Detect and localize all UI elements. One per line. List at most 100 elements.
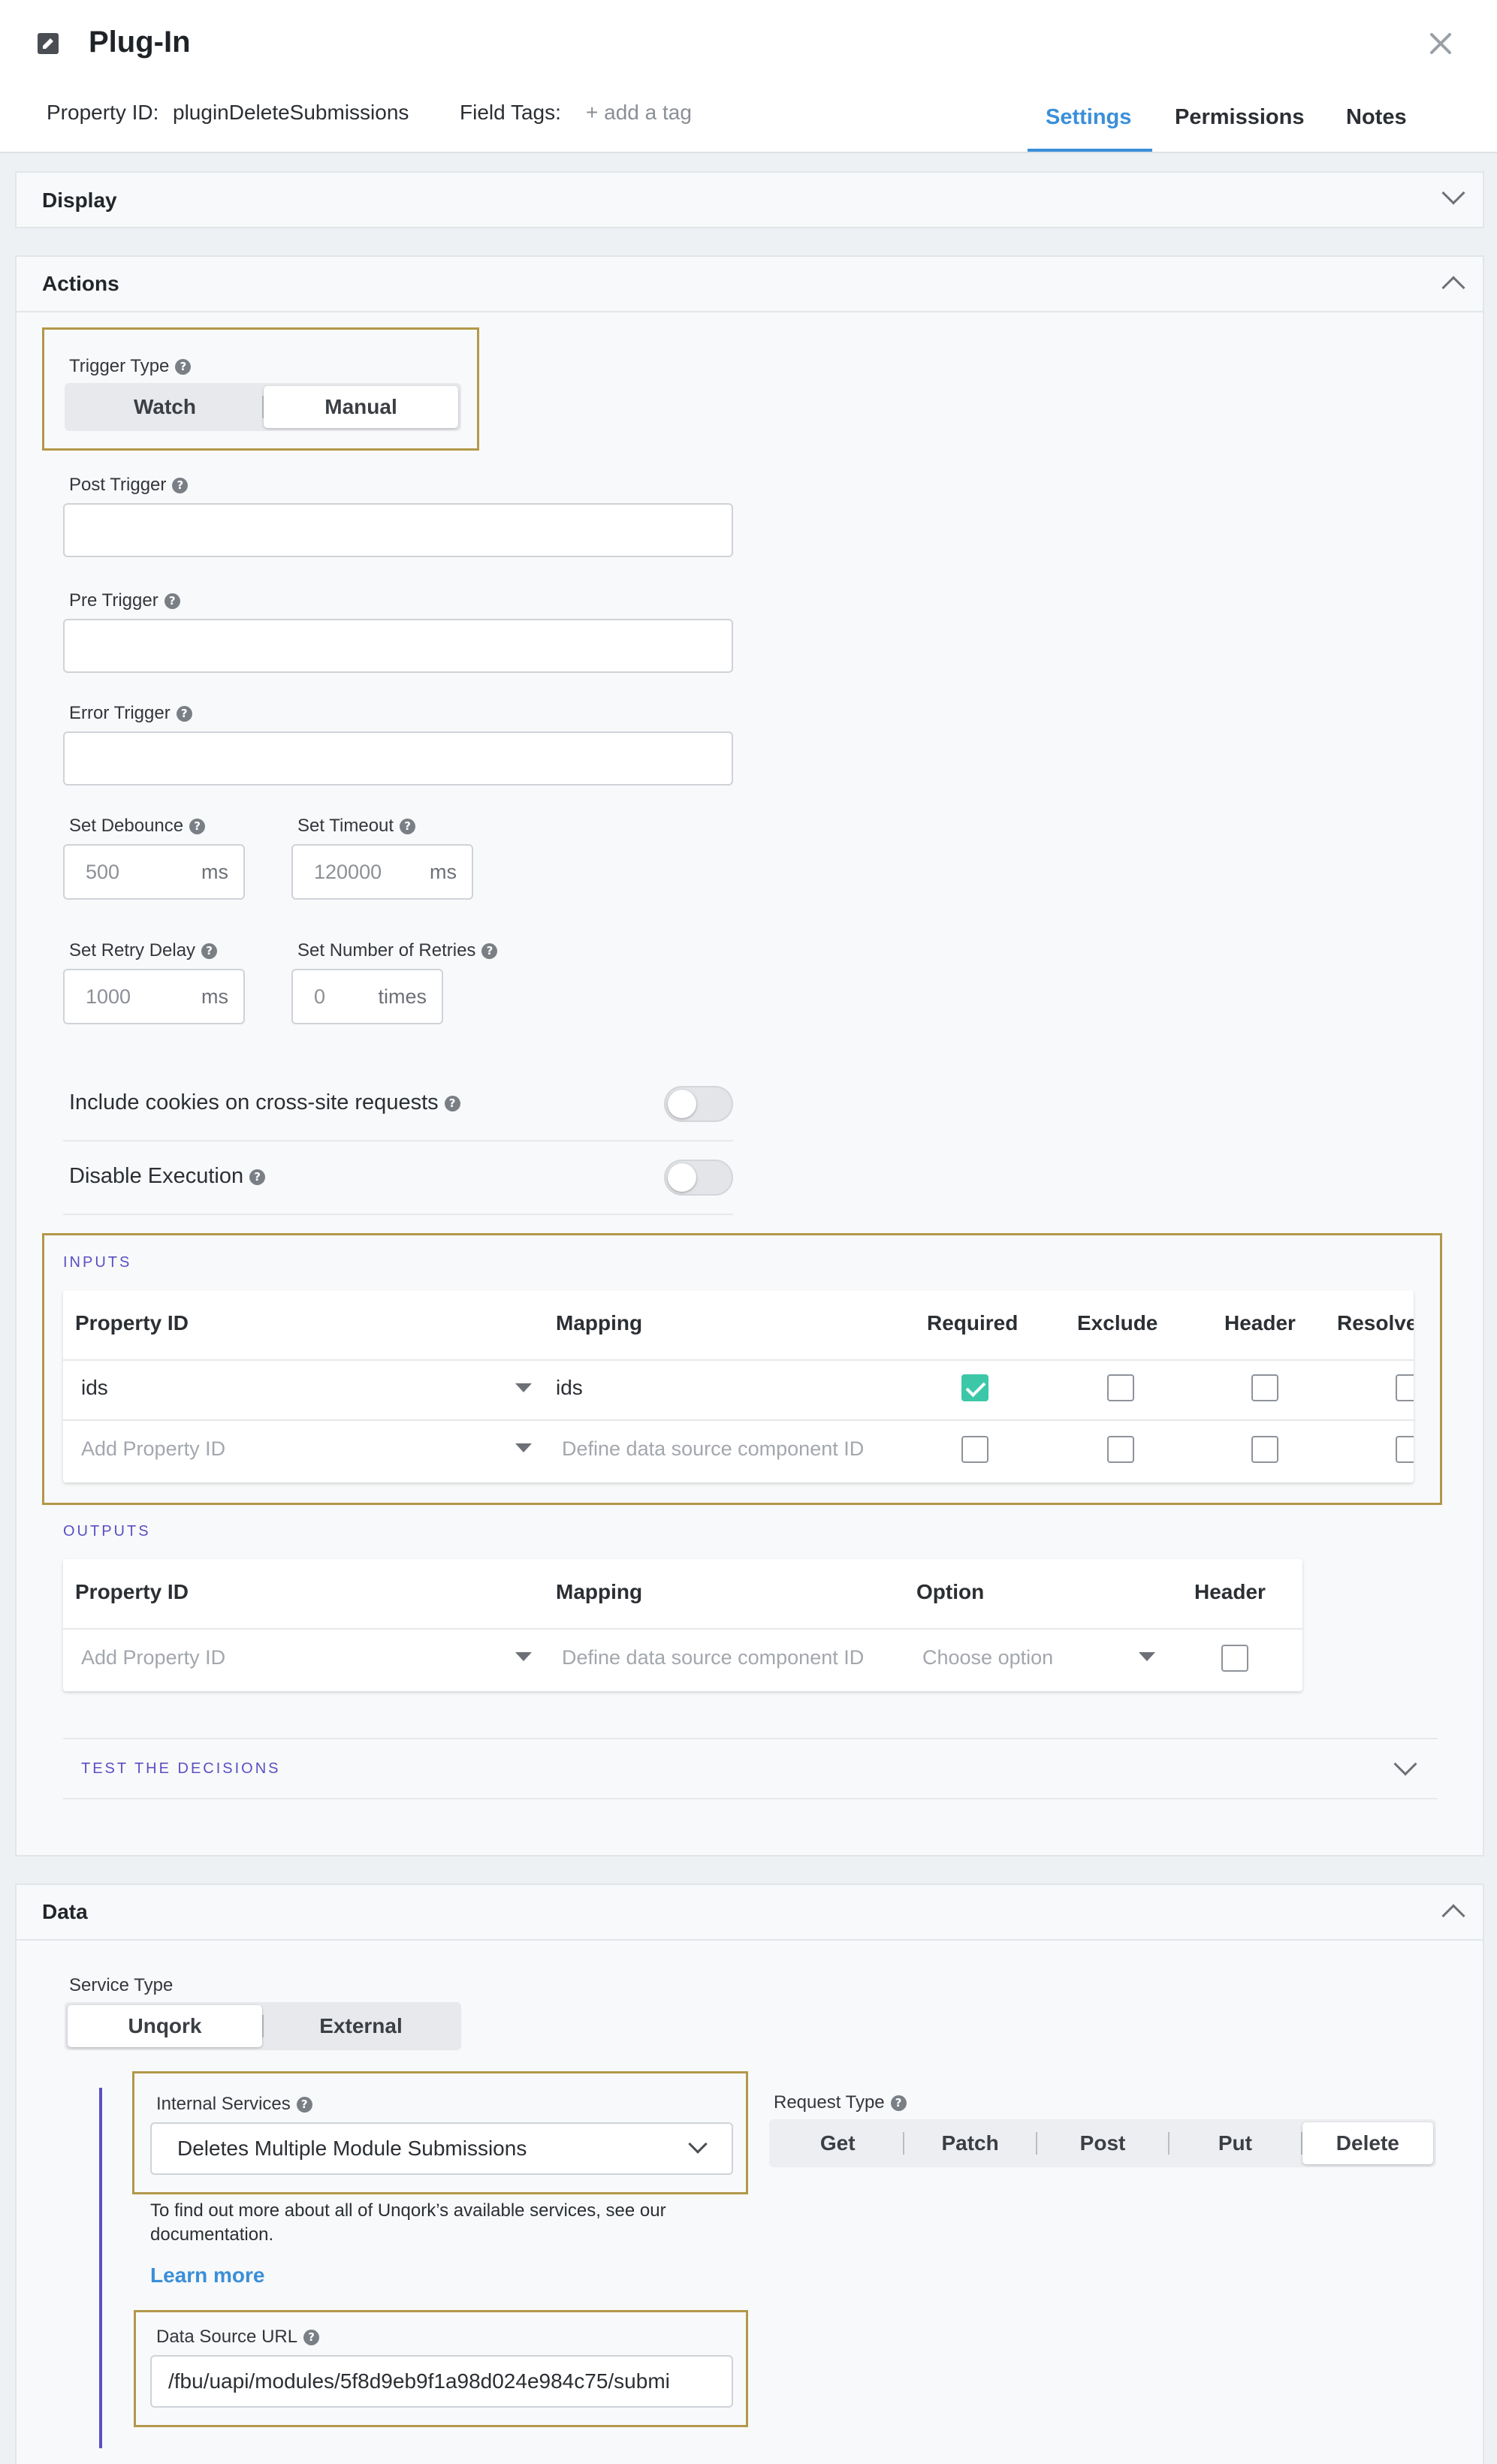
tab-notes[interactable]: Notes <box>1346 105 1407 130</box>
internal-services-value: Deletes Multiple Module Submissions <box>177 2137 527 2160</box>
col-property-id: Property ID <box>75 1580 189 1603</box>
exclude-checkbox[interactable] <box>1107 1436 1134 1463</box>
timeout-input[interactable]: 120000 ms <box>291 844 473 900</box>
edit-icon <box>38 33 59 54</box>
request-delete-button[interactable]: Delete <box>1302 2122 1434 2164</box>
data-panel-title: Data <box>42 1900 88 1923</box>
error-trigger-input[interactable] <box>63 731 733 786</box>
disable-execution-toggle[interactable] <box>664 1160 733 1196</box>
col-mapping: Mapping <box>556 1311 643 1335</box>
display-panel: Display <box>15 171 1484 228</box>
divider <box>63 1140 733 1142</box>
actions-panel-title: Actions <box>42 272 119 295</box>
help-icon[interactable]: ? <box>400 819 416 835</box>
col-exclude: Exclude <box>1077 1311 1158 1335</box>
service-type-segmented: Unqork External <box>65 2002 461 2050</box>
dropdown-caret-icon[interactable] <box>515 1652 532 1661</box>
modal-header: Plug-In Property ID: pluginDeleteSubmiss… <box>0 0 1497 153</box>
dropdown-caret-icon[interactable] <box>515 1383 532 1392</box>
header-checkbox[interactable] <box>1221 1645 1248 1672</box>
add-tag-link[interactable]: + add a tag <box>586 101 692 125</box>
retries-input[interactable]: 0 times <box>291 969 443 1024</box>
input-row-property-id[interactable]: ids <box>81 1376 108 1400</box>
required-checkbox[interactable] <box>961 1374 988 1401</box>
request-type-segmented: Get Patch Post Put Delete <box>769 2119 1436 2167</box>
tab-settings-underline <box>1028 149 1152 152</box>
trigger-type-label: Trigger Type? <box>69 356 192 377</box>
property-id-label: Property ID: <box>47 101 159 124</box>
pre-trigger-input[interactable] <box>63 619 733 673</box>
retry-delay-input[interactable]: 1000 ms <box>63 969 245 1024</box>
trigger-watch-button[interactable]: Watch <box>68 386 262 428</box>
close-icon[interactable] <box>1427 30 1454 57</box>
service-external-button[interactable]: External <box>264 2005 458 2047</box>
nesting-line <box>99 2088 102 2448</box>
post-trigger-input[interactable] <box>63 503 733 557</box>
help-icon[interactable]: ? <box>444 1095 460 1111</box>
display-panel-title: Display <box>42 188 117 212</box>
help-icon[interactable]: ? <box>164 593 180 610</box>
chevron-up-icon[interactable] <box>1441 1904 1465 1928</box>
actions-panel-header[interactable]: Actions <box>17 257 1483 312</box>
internal-services-select[interactable]: Deletes Multiple Module Submissions <box>150 2122 733 2175</box>
help-icon[interactable]: ? <box>175 359 192 375</box>
pre-trigger-label: Pre Trigger? <box>69 590 180 611</box>
help-icon[interactable]: ? <box>890 2095 907 2112</box>
input-row-mapping[interactable]: ids <box>556 1376 583 1400</box>
timeout-label: Set Timeout? <box>297 816 416 837</box>
chevron-down-icon[interactable] <box>1441 181 1465 205</box>
col-option: Option <box>916 1580 985 1603</box>
retry-delay-label: Set Retry Delay? <box>69 940 218 961</box>
help-icon[interactable]: ? <box>172 478 189 494</box>
tab-settings[interactable]: Settings <box>1046 105 1131 130</box>
add-property-id-input[interactable]: Add Property ID <box>81 1437 225 1461</box>
request-put-button[interactable]: Put <box>1170 2122 1300 2164</box>
help-icon[interactable]: ? <box>249 1169 266 1185</box>
header-checkbox[interactable] <box>1251 1374 1278 1401</box>
display-panel-header[interactable]: Display <box>17 173 1483 228</box>
data-panel-header[interactable]: Data <box>17 1885 1483 1941</box>
resolve-checkbox[interactable] <box>1396 1436 1414 1463</box>
trigger-type-segmented: Watch Manual <box>65 383 461 431</box>
data-source-url-input[interactable]: /fbu/uapi/modules/5f8d9eb9f1a98d024e984c… <box>150 2355 733 2408</box>
property-id-value: pluginDeleteSubmissions <box>173 101 409 124</box>
chevron-down-icon <box>688 2134 708 2154</box>
required-checkbox[interactable] <box>961 1436 988 1463</box>
dropdown-caret-icon[interactable] <box>1139 1652 1155 1661</box>
help-icon[interactable]: ? <box>303 2330 320 2346</box>
service-unqork-button[interactable]: Unqork <box>68 2005 262 2047</box>
help-icon[interactable]: ? <box>189 819 206 835</box>
help-icon[interactable]: ? <box>201 943 218 960</box>
divider <box>63 1214 733 1215</box>
mapping-input[interactable]: Define data source component ID <box>562 1646 864 1669</box>
debounce-input[interactable]: 500 ms <box>63 844 245 900</box>
tab-permissions[interactable]: Permissions <box>1175 105 1304 130</box>
exclude-checkbox[interactable] <box>1107 1374 1134 1401</box>
mapping-input[interactable]: Define data source component ID <box>562 1437 864 1461</box>
cookies-toggle-label: Include cookies on cross-site requests? <box>69 1090 460 1115</box>
help-icon[interactable]: ? <box>481 943 498 960</box>
chevron-up-icon[interactable] <box>1441 276 1465 300</box>
dropdown-caret-icon[interactable] <box>515 1443 532 1452</box>
help-icon[interactable]: ? <box>176 706 192 722</box>
field-tags-label: Field Tags: <box>460 101 561 124</box>
col-header: Header <box>1194 1580 1266 1603</box>
test-decisions-toggle[interactable]: TEST THE DECISIONS <box>81 1760 281 1778</box>
data-source-url-value: /fbu/uapi/modules/5f8d9eb9f1a98d024e984c… <box>168 2369 670 2393</box>
inputs-title: INPUTS <box>63 1254 132 1271</box>
debounce-label: Set Debounce? <box>69 816 206 837</box>
outputs-title: OUTPUTS <box>63 1523 151 1540</box>
add-property-id-input[interactable]: Add Property ID <box>81 1646 225 1669</box>
resolve-checkbox[interactable] <box>1396 1374 1414 1401</box>
request-patch-button[interactable]: Patch <box>904 2122 1035 2164</box>
request-post-button[interactable]: Post <box>1037 2122 1168 2164</box>
learn-more-link[interactable]: Learn more <box>150 2263 265 2288</box>
page-title: Plug-In <box>89 26 191 59</box>
error-trigger-label: Error Trigger? <box>69 703 192 724</box>
header-checkbox[interactable] <box>1251 1436 1278 1463</box>
help-icon[interactable]: ? <box>296 2097 312 2113</box>
cookies-toggle[interactable] <box>664 1086 733 1122</box>
option-select[interactable]: Choose option <box>922 1646 1053 1669</box>
request-get-button[interactable]: Get <box>772 2122 903 2164</box>
trigger-manual-button[interactable]: Manual <box>264 386 458 428</box>
